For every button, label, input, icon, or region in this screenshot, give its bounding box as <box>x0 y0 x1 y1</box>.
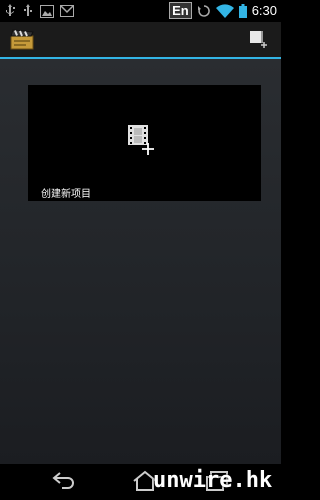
usb-debug-icon <box>22 4 34 18</box>
new-project-icon <box>250 31 267 48</box>
watermark: unwire.hk <box>153 468 273 493</box>
back-icon <box>52 472 74 489</box>
sync-icon <box>197 4 211 18</box>
action-bar <box>0 22 281 57</box>
create-project-card[interactable]: 创建新项目 <box>28 85 261 201</box>
image-icon <box>40 4 54 18</box>
language-indicator: En <box>169 2 192 19</box>
battery-icon <box>238 3 247 18</box>
clapperboard-icon[interactable] <box>10 28 34 54</box>
wifi-icon <box>215 3 234 18</box>
clock: 6:30 <box>251 3 277 18</box>
notification-icons <box>4 4 74 18</box>
gmail-icon <box>60 5 74 17</box>
status-bar: En 6:30 <box>0 0 281 22</box>
new-project-button[interactable] <box>249 28 269 50</box>
usb-icon <box>4 4 16 18</box>
back-button[interactable] <box>52 470 76 494</box>
system-indicators: En 6:30 <box>169 2 277 19</box>
film-add-icon <box>128 123 162 161</box>
create-project-label: 创建新项目 <box>41 189 91 200</box>
